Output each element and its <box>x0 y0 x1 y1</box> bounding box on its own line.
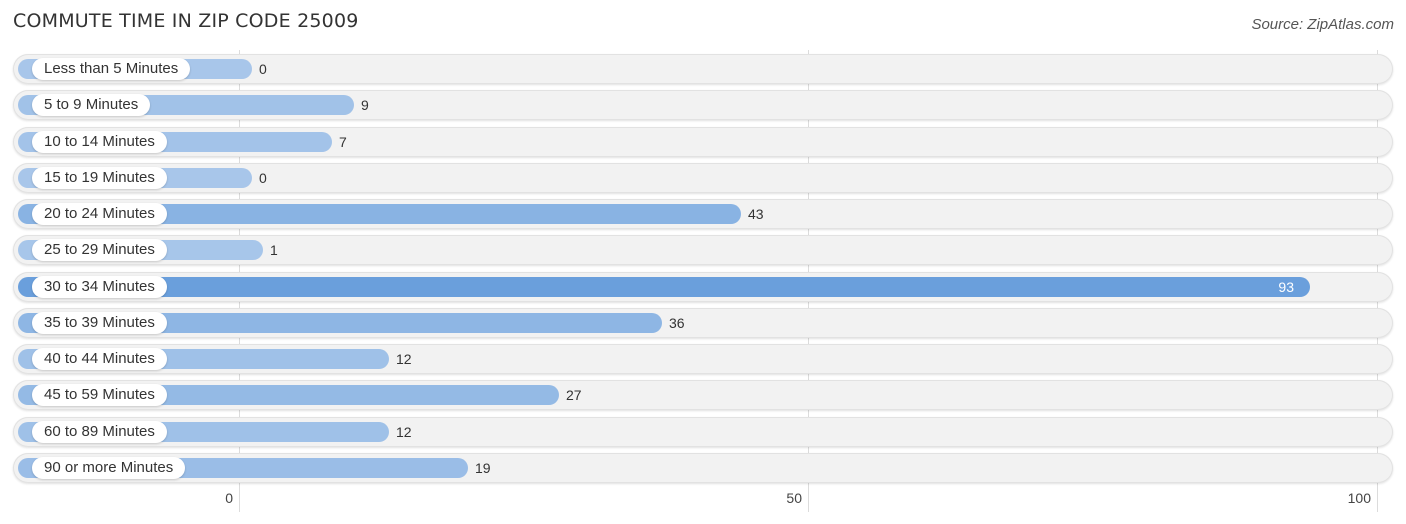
value-label: 1 <box>270 242 278 258</box>
bar-row: 35 to 39 Minutes 36 <box>13 308 1393 338</box>
category-label: 30 to 34 Minutes <box>32 276 167 298</box>
value-label: 7 <box>339 134 347 150</box>
value-label: 9 <box>361 97 369 113</box>
category-label: 5 to 9 Minutes <box>32 94 151 116</box>
bar-row: 5 to 9 Minutes 9 <box>13 90 1393 120</box>
bar-row: 20 to 24 Minutes 43 <box>13 199 1393 229</box>
bar-row: 90 or more Minutes 19 <box>13 453 1393 483</box>
bar-row: 60 to 89 Minutes 12 <box>13 417 1393 447</box>
category-label: 40 to 44 Minutes <box>32 348 167 370</box>
category-label: 25 to 29 Minutes <box>32 239 167 261</box>
value-label: 27 <box>566 387 582 403</box>
bar-row: 40 to 44 Minutes 12 <box>13 344 1393 374</box>
category-label: 45 to 59 Minutes <box>32 384 167 406</box>
value-label: 93 <box>1278 279 1294 295</box>
bar-row: 45 to 59 Minutes 27 <box>13 380 1393 410</box>
chart-title: COMMUTE TIME IN ZIP CODE 25009 <box>13 10 359 32</box>
x-tick-label: 50 <box>786 490 802 506</box>
source-attribution: Source: ZipAtlas.com <box>1251 16 1394 33</box>
bar-row: 25 to 29 Minutes 1 <box>13 235 1393 265</box>
category-label: 60 to 89 Minutes <box>32 421 167 443</box>
category-label: Less than 5 Minutes <box>32 58 191 80</box>
category-label: 90 or more Minutes <box>32 457 186 479</box>
bar-row: Less than 5 Minutes 0 <box>13 54 1393 84</box>
x-tick-label: 100 <box>1347 490 1371 506</box>
bar-row: 10 to 14 Minutes 7 <box>13 127 1393 157</box>
value-label: 36 <box>669 315 685 331</box>
value-label: 43 <box>748 206 764 222</box>
bar-row: 15 to 19 Minutes 0 <box>13 163 1393 193</box>
category-label: 35 to 39 Minutes <box>32 312 167 334</box>
x-tick-label: 0 <box>225 490 233 506</box>
value-label: 12 <box>396 424 412 440</box>
category-label: 10 to 14 Minutes <box>32 131 167 153</box>
value-label: 0 <box>259 170 267 186</box>
category-label: 15 to 19 Minutes <box>32 167 167 189</box>
value-label: 0 <box>259 61 267 77</box>
value-label: 12 <box>396 351 412 367</box>
category-label: 20 to 24 Minutes <box>32 203 167 225</box>
bar[interactable] <box>18 277 1310 297</box>
bar-row: 30 to 34 Minutes 93 <box>13 272 1393 302</box>
value-label: 19 <box>475 460 491 476</box>
